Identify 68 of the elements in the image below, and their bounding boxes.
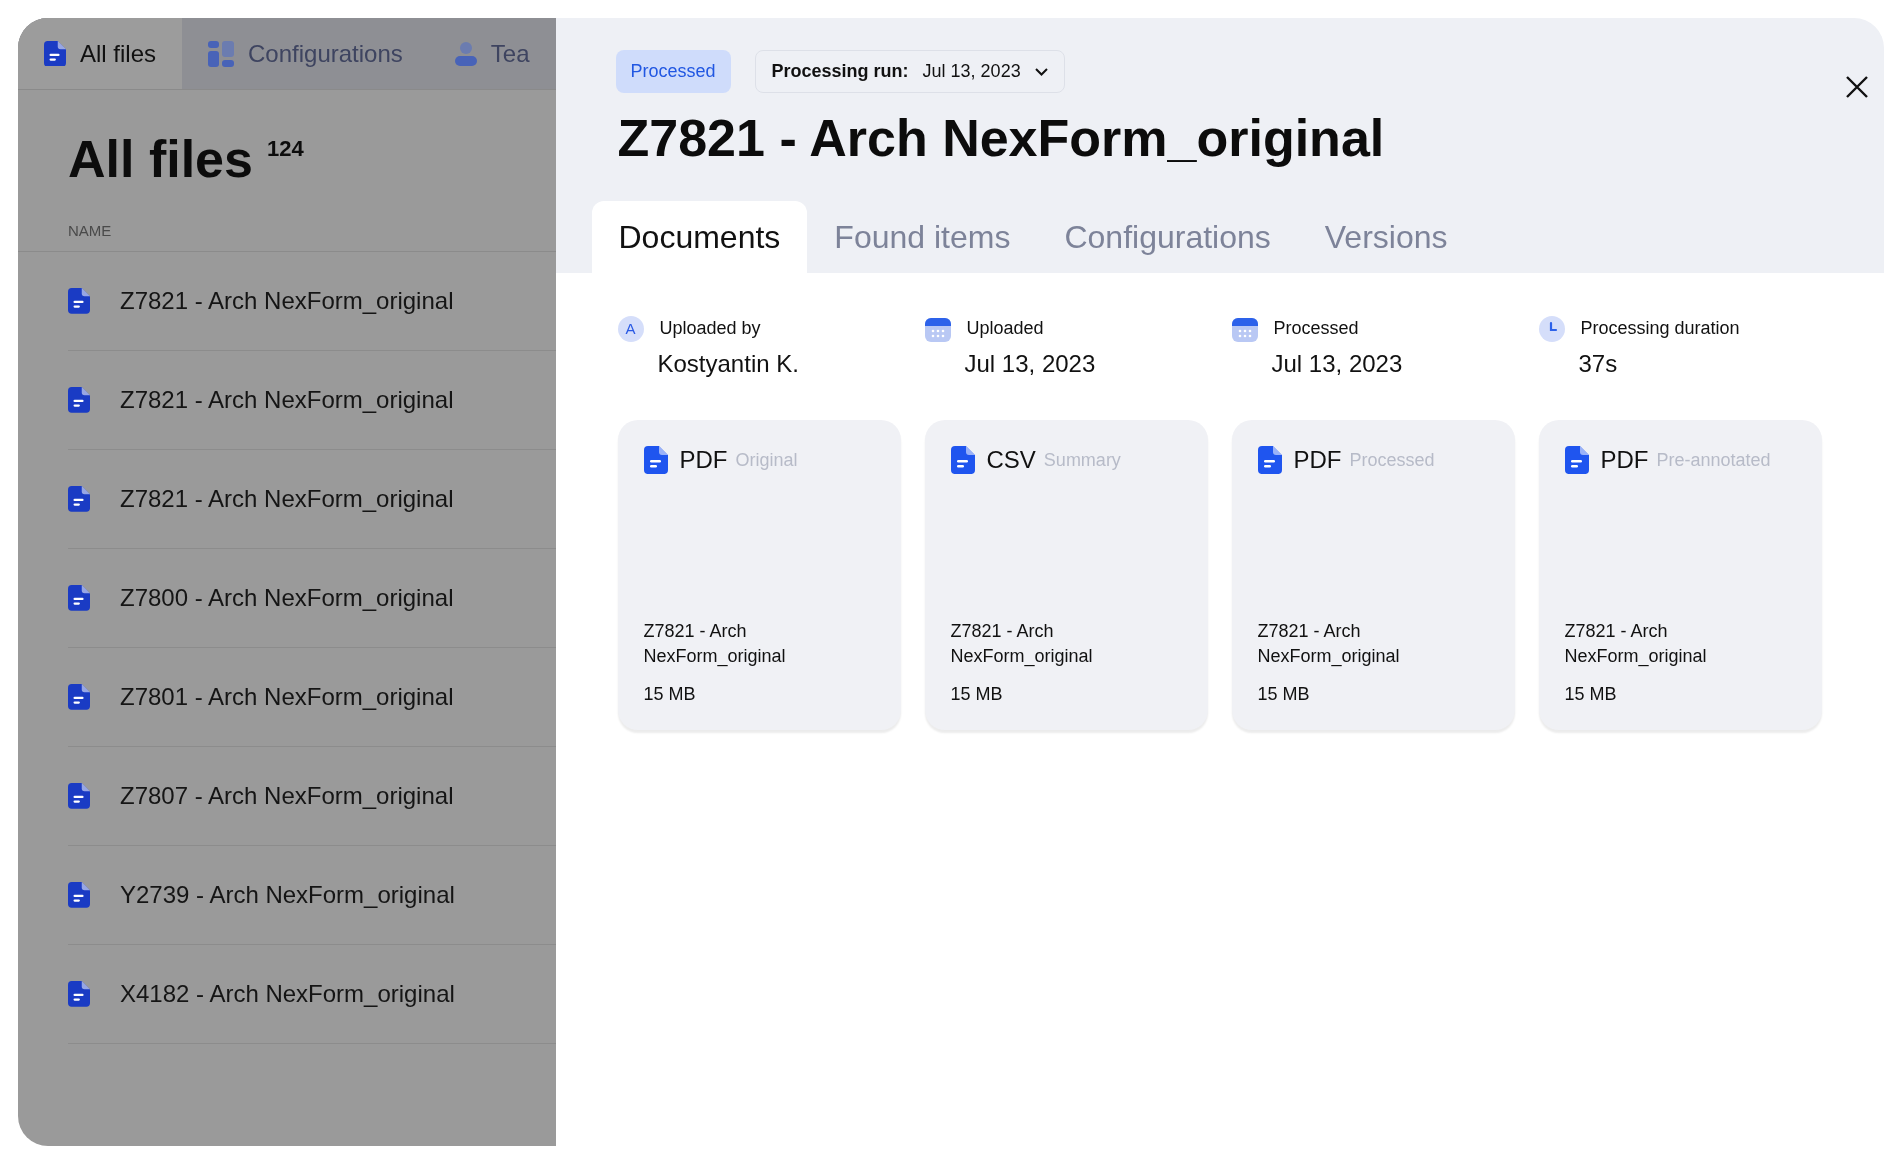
file-icon [1257,446,1282,475]
document-card[interactable]: CSV Summary Z7821 - Arch NexForm_original 15 MB [924,420,1208,731]
document-label: Summary [1043,448,1121,472]
info-label: Processed [1273,317,1359,341]
file-name[interactable]: Z7821 - Arch NexForm_original [120,381,454,418]
info-label: Processing duration [1580,317,1740,341]
avatar: A [617,315,644,342]
column-header: NAME [18,190,556,252]
drawer-title: Z7821 - Arch NexForm_original [617,108,1386,169]
file-type: PDF [1600,445,1649,476]
file-icon [68,882,90,908]
document-label: Original [735,448,798,472]
file-name[interactable]: Z7821 - Arch NexForm_original [120,282,454,319]
tab[interactable]: Documents [591,201,808,274]
file-icon [44,40,66,67]
chevron-down-icon [1034,67,1048,76]
file-icon [68,288,90,314]
file-size: 15 MB [1257,683,1311,707]
tab[interactable]: Versions [1297,201,1475,274]
document-label: Processed [1349,448,1435,472]
tab[interactable]: Configurations [1037,201,1298,274]
file-type: CSV [986,445,1036,476]
file-icon [950,446,975,475]
file-name[interactable]: Z7821 - Arch NexForm_original [120,480,454,517]
info-label: Uploaded [966,317,1044,341]
file-type: PDF [679,445,728,476]
file-icon [68,684,90,710]
document-card[interactable]: PDF Pre-annotated Z7821 - Arch NexForm_original 15 MB [1538,420,1822,731]
file-name[interactable]: X4182 - Arch NexForm_original [120,975,455,1012]
grid-icon [208,40,235,67]
file-size: 15 MB [950,683,1004,707]
page-title: All files [68,129,253,190]
document-name: Z7821 - Arch NexForm_original [1564,620,1708,669]
file-icon [68,585,90,611]
file-icon [68,783,90,809]
file-name[interactable]: Z7801 - Arch NexForm_original [120,678,454,715]
file-name[interactable]: Y2739 - Arch NexForm_original [120,876,455,913]
document-card[interactable]: PDF Original Z7821 - Arch NexForm_original 15 MB [617,420,901,731]
file-size: 15 MB [643,683,697,707]
calendar-icon [924,315,951,342]
document-name: Z7821 - Arch NexForm_original [643,620,787,669]
info-value: Jul 13, 2023 [1271,349,1404,380]
document-name: Z7821 - Arch NexForm_original [950,620,1094,669]
document-label: Pre-annotated [1656,448,1771,472]
person-icon [454,41,477,66]
close-button[interactable] [1845,74,1868,98]
file-type: PDF [1293,445,1342,476]
info-value: 37s [1578,349,1619,380]
file-icon [68,486,90,512]
document-name: Z7821 - Arch NexForm_original [1257,620,1401,669]
file-icon [68,981,90,1007]
file-icon [643,446,668,475]
clock-icon [1538,315,1565,342]
file-icon [1564,446,1589,475]
document-card[interactable]: PDF Processed Z7821 - Arch NexForm_original 15 MB [1231,420,1515,731]
file-count: 124 [266,135,304,163]
calendar-icon [1231,315,1258,342]
processing-run-dropdown[interactable]: Processing run: Jul 13, 2023 [754,50,1065,93]
file-name[interactable]: Z7807 - Arch NexForm_original [120,777,454,814]
tab[interactable]: Found items [807,201,1038,274]
sidebar-tab[interactable]: All files [18,18,183,89]
file-name[interactable]: Z7800 - Arch NexForm_original [120,579,454,616]
info-value: Kostyantin K. [657,349,800,380]
info-label: Uploaded by [659,317,761,341]
info-value: Jul 13, 2023 [964,349,1097,380]
file-size: 15 MB [1564,683,1618,707]
file-icon [68,387,90,413]
status-badge: Processed [615,50,731,93]
